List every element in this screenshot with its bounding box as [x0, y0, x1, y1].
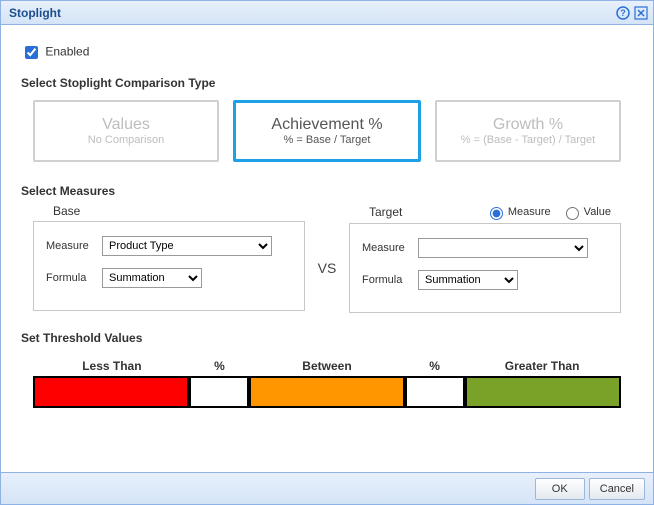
ok-button[interactable]: OK: [535, 478, 585, 500]
target-formula-label: Formula: [362, 274, 418, 286]
card-subtitle: No Comparison: [88, 134, 164, 146]
th-header-between: Between: [248, 359, 406, 376]
card-values[interactable]: Values No Comparison: [33, 100, 219, 162]
th-header-greaterthan: Greater Than: [463, 359, 621, 376]
card-achievement-percent[interactable]: Achievement % % = Base / Target: [233, 100, 421, 162]
svg-text:?: ?: [620, 8, 626, 18]
target-column: Target Measure Value Measure Fo: [349, 204, 621, 313]
th-color-greaterthan[interactable]: [465, 376, 621, 408]
card-title: Growth %: [493, 116, 563, 134]
measures-row: Base Measure Product Type Formula Summat…: [33, 204, 621, 313]
measures-heading: Select Measures: [21, 184, 633, 198]
enabled-label: Enabled: [45, 45, 89, 59]
base-title: Base: [53, 204, 80, 218]
card-subtitle: % = (Base - Target) / Target: [461, 134, 595, 146]
threshold-headers: Less Than % Between % Greater Than: [33, 359, 621, 376]
th-header-pct1: %: [191, 359, 248, 376]
help-icon[interactable]: ?: [615, 5, 631, 21]
comparison-type-cards: Values No Comparison Achievement % % = B…: [21, 96, 633, 170]
enabled-checkbox[interactable]: [25, 46, 38, 59]
titlebar: Stoplight ?: [1, 1, 653, 25]
card-subtitle: % = Base / Target: [284, 134, 371, 146]
card-title: Values: [102, 116, 150, 134]
base-formula-select[interactable]: Summation: [102, 268, 202, 288]
th-header-lessthan: Less Than: [33, 359, 191, 376]
base-measure-select[interactable]: Product Type: [102, 236, 272, 256]
base-column: Base Measure Product Type Formula Summat…: [33, 204, 305, 313]
target-formula-select[interactable]: Summation: [418, 270, 518, 290]
base-formula-label: Formula: [46, 272, 102, 284]
threshold-colors: [33, 376, 621, 408]
comparison-heading: Select Stoplight Comparison Type: [21, 76, 633, 90]
thresholds-wrap: Less Than % Between % Greater Than: [33, 359, 621, 408]
target-measure-label: Measure: [362, 242, 418, 254]
card-title: Achievement %: [271, 116, 382, 134]
target-mode-measure-radio[interactable]: [490, 207, 503, 220]
dialog-footer: OK Cancel: [1, 472, 653, 504]
thresholds-heading: Set Threshold Values: [21, 331, 633, 345]
enabled-row: Enabled: [21, 43, 633, 62]
stoplight-dialog: Stoplight ? Enabled Select Stoplight Com…: [0, 0, 654, 505]
th-color-between[interactable]: [249, 376, 405, 408]
target-mode-value-radio[interactable]: [566, 207, 579, 220]
target-header: Target Measure Value: [349, 204, 621, 223]
base-box: Measure Product Type Formula Summation: [33, 221, 305, 311]
cancel-button[interactable]: Cancel: [589, 478, 645, 500]
th-header-pct2: %: [406, 359, 463, 376]
th-color-lessthan[interactable]: [33, 376, 189, 408]
target-box: Measure Formula Summation: [349, 223, 621, 313]
target-mode-value-label: Value: [584, 206, 611, 218]
vs-label: VS: [313, 204, 341, 313]
target-measure-select[interactable]: [418, 238, 588, 258]
target-mode-measure-label: Measure: [508, 206, 551, 218]
th-input-pct1[interactable]: [189, 376, 248, 408]
card-growth-percent[interactable]: Growth % % = (Base - Target) / Target: [435, 100, 621, 162]
target-title: Target: [369, 205, 402, 219]
base-measure-label: Measure: [46, 240, 102, 252]
close-icon[interactable]: [633, 5, 649, 21]
dialog-title: Stoplight: [9, 6, 615, 20]
base-header: Base: [33, 204, 305, 221]
th-input-pct2[interactable]: [405, 376, 464, 408]
dialog-content: Enabled Select Stoplight Comparison Type…: [1, 25, 653, 416]
